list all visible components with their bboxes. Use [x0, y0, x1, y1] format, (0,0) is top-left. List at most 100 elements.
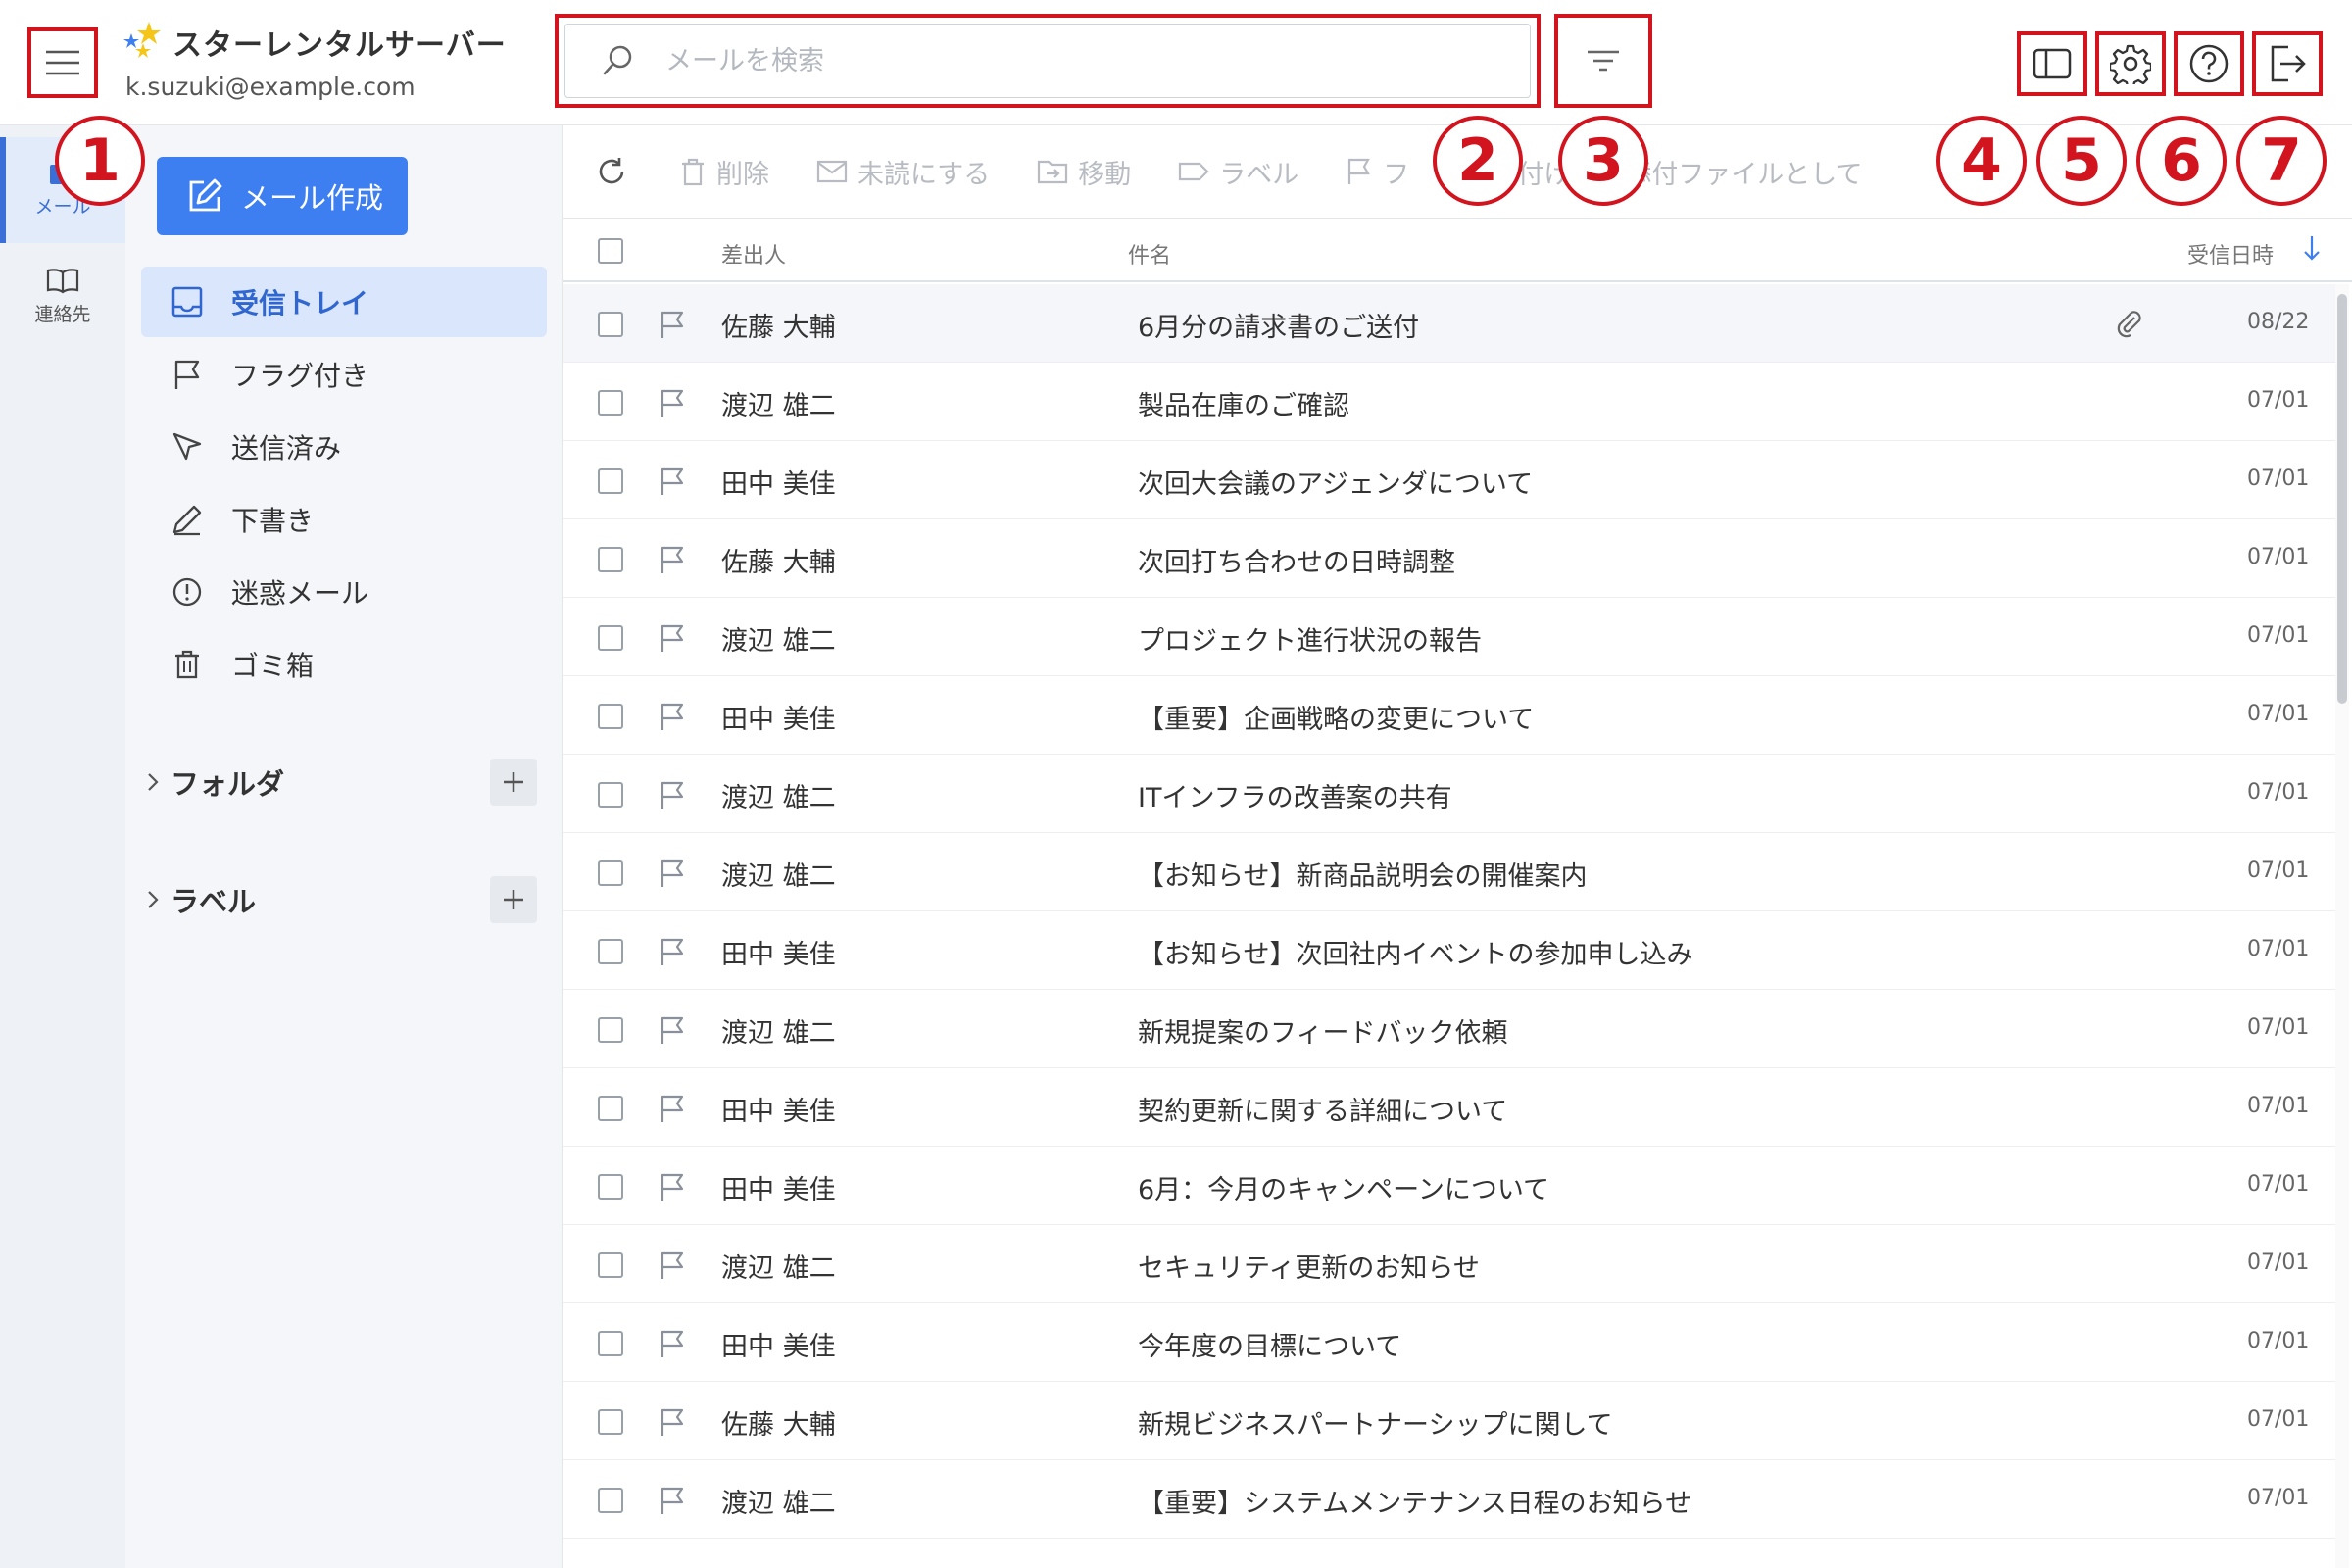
- message-row[interactable]: 渡辺 雄二 製品在庫のご確認 07/01: [564, 363, 2335, 441]
- message-sender: 渡辺 雄二: [721, 861, 836, 892]
- column-header-from[interactable]: 差出人: [721, 238, 786, 270]
- refresh-button[interactable]: [595, 155, 638, 188]
- message-row[interactable]: 佐藤 大輔 次回打ち合わせの日時調整 07/01: [564, 519, 2335, 598]
- logout-button[interactable]: [2252, 31, 2323, 96]
- message-row[interactable]: 田中 美佳 契約更新に関する詳細について 07/01: [564, 1068, 2335, 1147]
- sidebar-item-trash[interactable]: ゴミ箱: [141, 629, 547, 700]
- delete-button[interactable]: 削除: [679, 153, 769, 191]
- search-filter-button[interactable]: [1554, 14, 1652, 108]
- flag-icon[interactable]: [658, 622, 687, 661]
- message-date: 07/01: [2247, 1250, 2310, 1275]
- message-date: 07/01: [2247, 858, 2310, 883]
- scrollbar-thumb[interactable]: [2337, 294, 2347, 704]
- forward-as-attachment-label: 添付ファイルとして: [1625, 159, 1863, 190]
- sidebar-item-drafts[interactable]: 下書き: [141, 484, 547, 555]
- flag-icon[interactable]: [658, 858, 687, 896]
- column-header-subject[interactable]: 件名: [1128, 238, 1171, 270]
- flag-icon[interactable]: [658, 1014, 687, 1053]
- brand-name: スターレンタルサーバー: [172, 28, 507, 63]
- flag-icon[interactable]: [658, 779, 687, 817]
- message-row[interactable]: 田中 美佳 【お知らせ】次回社内イベントの参加申し込み 07/01: [564, 911, 2335, 990]
- message-row[interactable]: 渡辺 雄二 ITインフラの改善案の共有 07/01: [564, 755, 2335, 833]
- message-checkbox[interactable]: [598, 1488, 623, 1513]
- flag-icon[interactable]: [658, 1328, 687, 1366]
- message-checkbox[interactable]: [598, 1252, 623, 1278]
- message-row[interactable]: 田中 美佳 次回大会議のアジェンダについて 07/01: [564, 441, 2335, 519]
- flag-icon[interactable]: [658, 1171, 687, 1209]
- flag-icon[interactable]: [658, 1093, 687, 1131]
- message-checkbox[interactable]: [598, 860, 623, 886]
- message-row[interactable]: 渡辺 雄二 セキュリティ更新のお知らせ 07/01: [564, 1225, 2335, 1303]
- message-subject: 新規提案のフィードバック依頼: [1138, 1018, 1508, 1049]
- search-field[interactable]: [564, 24, 1531, 98]
- panel-layout-icon: [2033, 48, 2072, 79]
- message-row[interactable]: 田中 美佳 今年度の目標について 07/01: [564, 1303, 2335, 1382]
- sidebar-item-inbox[interactable]: 受信トレイ: [141, 267, 547, 337]
- message-checkbox[interactable]: [598, 1174, 623, 1200]
- sidebar-item-sent[interactable]: 送信済み: [141, 412, 547, 482]
- add-folder-button[interactable]: [490, 759, 537, 806]
- message-checkbox[interactable]: [598, 1331, 623, 1356]
- flag-icon[interactable]: [658, 466, 687, 504]
- message-date: 07/01: [2247, 545, 2310, 569]
- scrollbar[interactable]: [2335, 284, 2349, 1568]
- flag-icon[interactable]: [658, 1250, 687, 1288]
- message-checkbox[interactable]: [598, 1096, 623, 1121]
- message-checkbox[interactable]: [598, 782, 623, 808]
- flag-icon[interactable]: [658, 544, 687, 582]
- message-date: 08/22: [2247, 310, 2310, 334]
- label-button[interactable]: ラベル: [1178, 153, 1298, 191]
- help-button[interactable]: [2174, 31, 2244, 96]
- delete-label: 削除: [716, 159, 769, 190]
- message-row[interactable]: 渡辺 雄二 【お知らせ】新商品説明会の開催案内 07/01: [564, 833, 2335, 911]
- layout-toggle-button[interactable]: [2017, 31, 2087, 96]
- flag-icon[interactable]: [658, 701, 687, 739]
- message-row[interactable]: 佐藤 大輔 新規ビジネスパートナーシップに関して 07/01: [564, 1382, 2335, 1460]
- tag-icon: [1179, 162, 1209, 181]
- flag-icon[interactable]: [658, 387, 687, 425]
- inbox-icon: [172, 286, 203, 318]
- message-row[interactable]: 渡辺 雄二 プロジェクト進行状況の報告 07/01: [564, 598, 2335, 676]
- move-button[interactable]: 移動: [1037, 153, 1131, 191]
- message-checkbox[interactable]: [598, 468, 623, 494]
- message-checkbox[interactable]: [598, 312, 623, 337]
- flag-icon[interactable]: [658, 309, 687, 347]
- pencil-icon: [172, 505, 202, 536]
- message-row[interactable]: 田中 美佳 【重要】企画戦略の変更について 07/01: [564, 676, 2335, 755]
- sidebar-item-spam[interactable]: 迷惑メール: [141, 557, 547, 627]
- add-label-button[interactable]: [490, 876, 537, 923]
- message-row[interactable]: 渡辺 雄二 新規提案のフィードバック依頼 07/01: [564, 990, 2335, 1068]
- message-row[interactable]: 佐藤 大輔 6月分の請求書のご送付 08/22: [564, 284, 2335, 363]
- message-subject: プロジェクト進行状況の報告: [1138, 626, 1482, 657]
- message-checkbox[interactable]: [598, 625, 623, 651]
- annotation-badge-6: 6: [2136, 116, 2227, 206]
- message-checkbox[interactable]: [598, 704, 623, 729]
- mark-unread-button[interactable]: 未読にする: [816, 153, 990, 191]
- annotation-badge-3: 3: [1558, 116, 1648, 206]
- column-header-date[interactable]: 受信日時: [2187, 238, 2274, 270]
- flag-icon[interactable]: [658, 1406, 687, 1445]
- message-sender: 渡辺 雄二: [721, 783, 836, 813]
- message-checkbox[interactable]: [598, 939, 623, 964]
- compose-button[interactable]: メール作成: [157, 157, 408, 235]
- flag-icon[interactable]: [658, 936, 687, 974]
- message-checkbox[interactable]: [598, 390, 623, 416]
- label-section-header[interactable]: ラベル: [145, 870, 537, 929]
- message-subject: 新規ビジネスパートナーシップに関して: [1138, 1410, 1613, 1441]
- message-date: 07/01: [2247, 1172, 2310, 1197]
- message-checkbox[interactable]: [598, 1409, 623, 1435]
- message-checkbox[interactable]: [598, 547, 623, 572]
- rail-item-contacts[interactable]: 連絡先: [0, 243, 125, 349]
- flag-icon[interactable]: [658, 1485, 687, 1523]
- search-input[interactable]: [665, 45, 1449, 76]
- folder-section-header[interactable]: フォルダ: [145, 753, 537, 811]
- mark-unread-label: 未読にする: [858, 159, 991, 190]
- sidebar-item-flagged[interactable]: フラグ付き: [141, 339, 547, 410]
- menu-toggle-button[interactable]: [27, 27, 98, 98]
- select-all-checkbox[interactable]: [598, 238, 623, 264]
- message-row[interactable]: 渡辺 雄二 【重要】システムメンテナンス日程のお知らせ 07/01: [564, 1460, 2335, 1539]
- message-checkbox[interactable]: [598, 1017, 623, 1043]
- message-row[interactable]: 田中 美佳 6月：今月のキャンペーンについて 07/01: [564, 1147, 2335, 1225]
- sort-descending-icon[interactable]: [2302, 233, 2322, 263]
- settings-button[interactable]: [2095, 31, 2166, 96]
